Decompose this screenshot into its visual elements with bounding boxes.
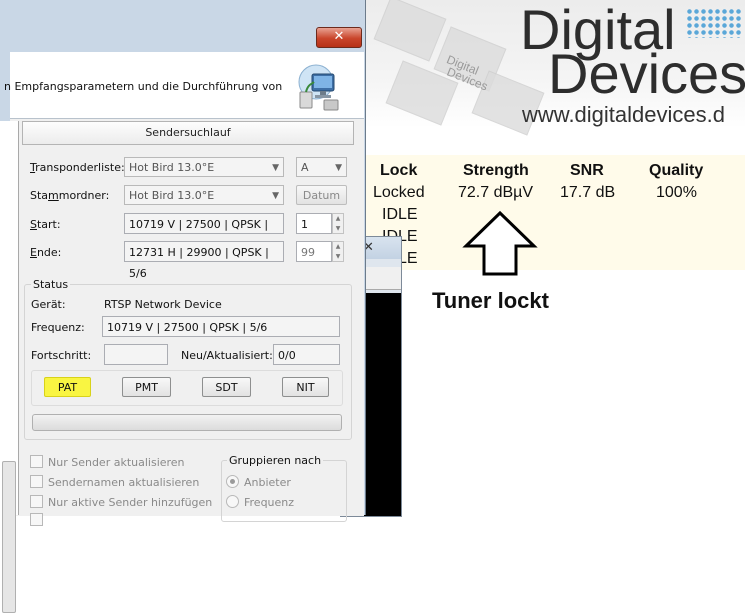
up-arrow-icon: [462, 210, 538, 276]
fortschritt-field: [104, 344, 168, 365]
checkbox-icon[interactable]: [30, 495, 43, 508]
tuner-lock-value: IDLE: [382, 206, 418, 223]
network-computer-icon: [298, 64, 339, 111]
transponder-select-value: Hot Bird 13.0°E: [129, 161, 215, 174]
pmt-button[interactable]: PMT: [122, 377, 171, 397]
neu-aktualisiert-field: 0/0: [273, 344, 340, 365]
end-spin-field[interactable]: 99: [296, 241, 332, 262]
start-transponder-field[interactable]: 10719 V | 27500 | QPSK | 5/6: [124, 213, 284, 252]
col-header-quality: Quality: [649, 162, 704, 179]
gruppieren-group: [221, 460, 347, 522]
chevron-down-icon: ▼: [272, 163, 279, 173]
tuner-quality-value: 100%: [656, 184, 697, 201]
tuner-strength-value: 72.7 dBµV: [458, 184, 534, 201]
col-header-snr: SNR: [570, 162, 604, 179]
satellite-position-select[interactable]: A ▼: [296, 157, 347, 177]
section-title-sendersuchlauf: Sendersuchlauf: [22, 121, 354, 145]
col-header-strength: Strength: [463, 162, 529, 179]
nit-button[interactable]: NIT: [282, 377, 329, 397]
col-header-lock: Lock: [380, 162, 418, 179]
logo-dots-icon: [686, 8, 742, 38]
dialog-close-button[interactable]: ✕: [316, 27, 362, 48]
option-sendernamen-aktualisieren[interactable]: Sendernamen aktualisieren: [30, 475, 199, 489]
checkbox-icon[interactable]: [30, 475, 43, 488]
end-transponder-field[interactable]: 12731 H | 29900 | QPSK | 5/6: [124, 241, 284, 280]
gruppieren-title: Gruppieren nach: [227, 454, 324, 467]
option-partial: [30, 513, 48, 527]
stammordner-label: Stammordner:: [30, 189, 110, 202]
ende-label: Ende:: [30, 246, 62, 259]
checkbox-icon[interactable]: [30, 455, 43, 468]
datum-button[interactable]: Datum: [296, 185, 347, 205]
frequenz-label: Frequenz:: [31, 321, 85, 334]
option-nur-sender-aktualisieren[interactable]: Nur Sender aktualisieren: [30, 455, 185, 469]
transponder-label: Transponderliste:: [30, 161, 125, 174]
neu-aktualisiert-label: Neu/Aktualisiert:: [181, 349, 273, 362]
satellite-position-value: A: [301, 161, 309, 174]
stammordner-select-value: Hot Bird 13.0°E: [129, 189, 215, 202]
option-nur-aktive-sender[interactable]: Nur aktive Sender hinzufügen: [30, 495, 212, 509]
scan-progress-bar: [32, 414, 342, 431]
transponder-select[interactable]: Hot Bird 13.0°E ▼: [124, 157, 284, 177]
left-panel-scrollbar[interactable]: [2, 461, 16, 613]
radio-icon[interactable]: [226, 495, 239, 508]
geraet-value: RTSP Network Device: [104, 298, 222, 311]
tuner-snr-value: 17.7 dB: [560, 184, 616, 201]
start-spin-field[interactable]: 1: [296, 213, 332, 234]
fortschritt-label: Fortschritt:: [31, 349, 92, 362]
tuner-lock-value: Locked: [373, 184, 425, 201]
website-url[interactable]: www.digitaldevices.d: [522, 102, 725, 128]
left-list-panel[interactable]: [0, 121, 19, 613]
end-spin-arrows-icon[interactable]: ▲ ▼: [332, 241, 344, 262]
radio-frequenz[interactable]: Frequenz: [226, 495, 294, 509]
geraet-label: Gerät:: [31, 298, 66, 311]
radio-icon[interactable]: [226, 475, 239, 488]
sdt-button[interactable]: SDT: [202, 377, 251, 397]
radio-anbieter[interactable]: Anbieter: [226, 475, 291, 489]
pat-button[interactable]: PAT: [44, 377, 91, 397]
chevron-down-icon: ▼: [272, 191, 279, 201]
dialog-header: n Empfangsparametern und die Durchführun…: [4, 52, 364, 118]
logo-word-devices: Devices: [548, 42, 745, 105]
chevron-down-icon: ▼: [335, 163, 342, 173]
frequenz-field: 10719 V | 27500 | QPSK | 5/6: [102, 316, 340, 337]
status-group-title: Status: [31, 278, 71, 291]
start-spin-arrows-icon[interactable]: ▲ ▼: [332, 213, 344, 234]
annotation-tuner-lockt: Tuner lockt: [432, 288, 549, 313]
stammordner-select[interactable]: Hot Bird 13.0°E ▼: [124, 185, 284, 205]
start-label: Start:: [30, 218, 61, 231]
dialog-header-text: n Empfangsparametern und die Durchführun…: [4, 80, 283, 93]
